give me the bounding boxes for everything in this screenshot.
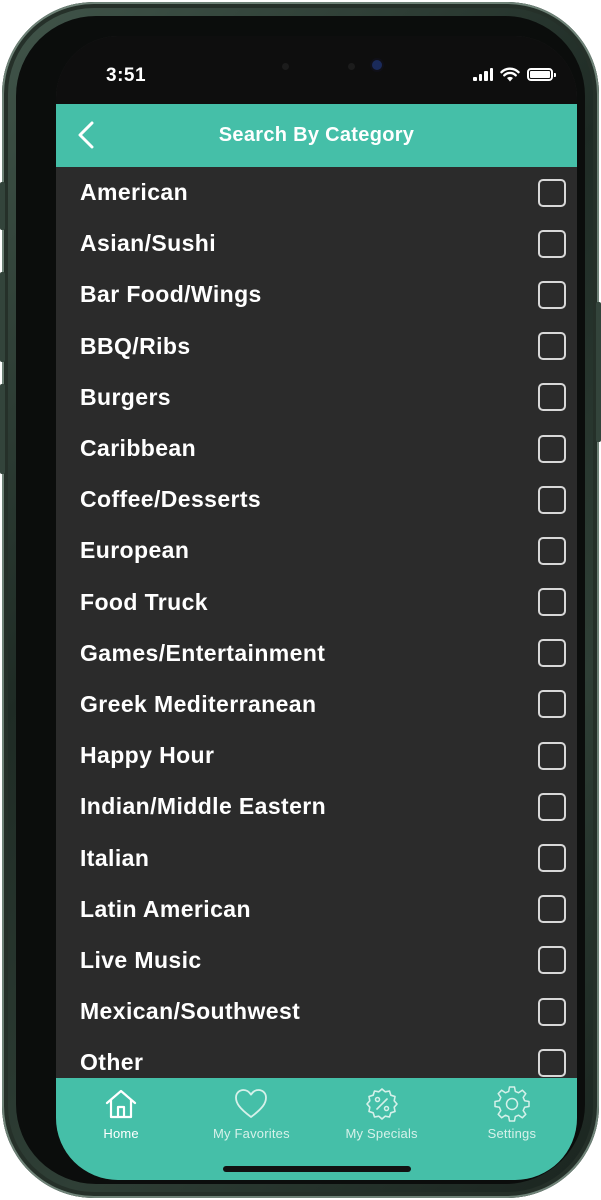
category-label: Games/Entertainment: [80, 639, 326, 666]
tab-my-favorites[interactable]: My Favorites: [186, 1078, 316, 1180]
category-row[interactable]: Latin American: [56, 884, 577, 935]
side-button: [0, 182, 5, 230]
category-label: Latin American: [80, 895, 251, 922]
category-row[interactable]: Happy Hour: [56, 730, 577, 781]
category-row[interactable]: Asian/Sushi: [56, 218, 577, 269]
tab-label: My Specials: [345, 1126, 418, 1141]
category-label: Other: [80, 1049, 144, 1076]
status-time: 3:51: [106, 65, 147, 86]
volume-down-button: [0, 384, 5, 474]
category-row[interactable]: Greek Mediterranean: [56, 679, 577, 730]
category-row[interactable]: Live Music: [56, 935, 577, 986]
status-bar: 3:51: [56, 36, 577, 104]
category-label: Indian/Middle Eastern: [80, 793, 327, 820]
category-row[interactable]: Coffee/Desserts: [56, 474, 577, 525]
category-checkbox[interactable]: [538, 997, 566, 1026]
cellular-signal-icon: [473, 68, 493, 81]
category-label: Food Truck: [80, 588, 208, 615]
front-camera: [372, 60, 382, 70]
category-label: Coffee/Desserts: [80, 486, 262, 513]
category-row[interactable]: European: [56, 525, 577, 576]
category-row[interactable]: American: [56, 167, 577, 218]
category-checkbox[interactable]: [538, 844, 566, 873]
category-row[interactable]: Mexican/Southwest: [56, 986, 577, 1037]
category-checkbox[interactable]: [538, 946, 566, 975]
category-row[interactable]: Caribbean: [56, 423, 577, 474]
category-label: Bar Food/Wings: [80, 281, 262, 308]
category-checkbox[interactable]: [538, 178, 566, 207]
category-checkbox[interactable]: [538, 280, 566, 309]
category-checkbox[interactable]: [538, 639, 566, 668]
percent-badge-icon: [365, 1088, 398, 1120]
category-label: BBQ/Ribs: [80, 332, 191, 359]
page-title: Search By Category: [218, 124, 415, 146]
tab-home[interactable]: Home: [56, 1078, 186, 1180]
category-row[interactable]: Bar Food/Wings: [56, 269, 577, 320]
category-label: European: [80, 537, 190, 564]
category-checkbox[interactable]: [538, 383, 566, 412]
category-label: Happy Hour: [80, 742, 215, 769]
home-icon: [106, 1089, 137, 1119]
app-screen: 3:51 Search By Category American Asian/S…: [56, 36, 577, 1180]
back-button[interactable]: [70, 118, 104, 152]
tab-my-specials[interactable]: My Specials: [317, 1078, 447, 1180]
sensor-dot: [282, 63, 289, 70]
tab-label: Home: [103, 1126, 139, 1141]
sensor-dot: [348, 63, 355, 70]
category-row[interactable]: Other: [56, 1037, 577, 1078]
category-row[interactable]: Indian/Middle Eastern: [56, 781, 577, 832]
volume-up-button: [0, 272, 5, 362]
tab-settings[interactable]: Settings: [447, 1078, 577, 1180]
category-checkbox[interactable]: [538, 536, 566, 565]
tab-bar: Home My Favorites My Specials Settings: [56, 1078, 577, 1180]
battery-level: [530, 71, 550, 78]
category-checkbox[interactable]: [538, 434, 566, 463]
category-checkbox[interactable]: [538, 690, 566, 719]
category-row[interactable]: Games/Entertainment: [56, 628, 577, 679]
category-label: Burgers: [80, 383, 171, 410]
heart-icon: [235, 1089, 268, 1118]
category-row[interactable]: Food Truck: [56, 577, 577, 628]
power-button: [596, 302, 601, 442]
category-row[interactable]: Burgers: [56, 372, 577, 423]
phone-frame: 3:51 Search By Category American Asian/S…: [0, 2, 601, 1198]
chevron-left-icon: [78, 121, 94, 149]
category-label: Asian/Sushi: [80, 230, 217, 257]
category-label: American: [80, 179, 189, 206]
home-indicator: [223, 1166, 411, 1172]
phone-bezel: 3:51 Search By Category American Asian/S…: [16, 16, 585, 1184]
category-label: Greek Mediterranean: [80, 690, 317, 717]
category-checkbox[interactable]: [538, 485, 566, 514]
category-checkbox[interactable]: [538, 895, 566, 924]
wifi-icon: [500, 67, 520, 82]
battery-icon: [527, 68, 556, 81]
category-checkbox[interactable]: [538, 332, 566, 361]
category-label: Live Music: [80, 946, 202, 973]
status-icons: [473, 67, 556, 82]
category-label: Italian: [80, 844, 150, 871]
nav-header: Search By Category: [56, 104, 577, 167]
category-checkbox[interactable]: [538, 588, 566, 617]
category-row[interactable]: BBQ/Ribs: [56, 321, 577, 372]
category-checkbox[interactable]: [538, 1048, 566, 1077]
category-list: American Asian/Sushi Bar Food/Wings BBQ/Rib…: [56, 167, 577, 1078]
category-label: Mexican/Southwest: [80, 998, 301, 1025]
category-label: Caribbean: [80, 435, 197, 462]
tab-label: Settings: [487, 1126, 537, 1141]
category-checkbox[interactable]: [538, 741, 566, 770]
gear-icon: [494, 1086, 530, 1122]
category-row[interactable]: Italian: [56, 832, 577, 883]
category-checkbox[interactable]: [538, 229, 566, 258]
category-checkbox[interactable]: [538, 792, 566, 821]
tab-label: My Favorites: [212, 1126, 290, 1141]
